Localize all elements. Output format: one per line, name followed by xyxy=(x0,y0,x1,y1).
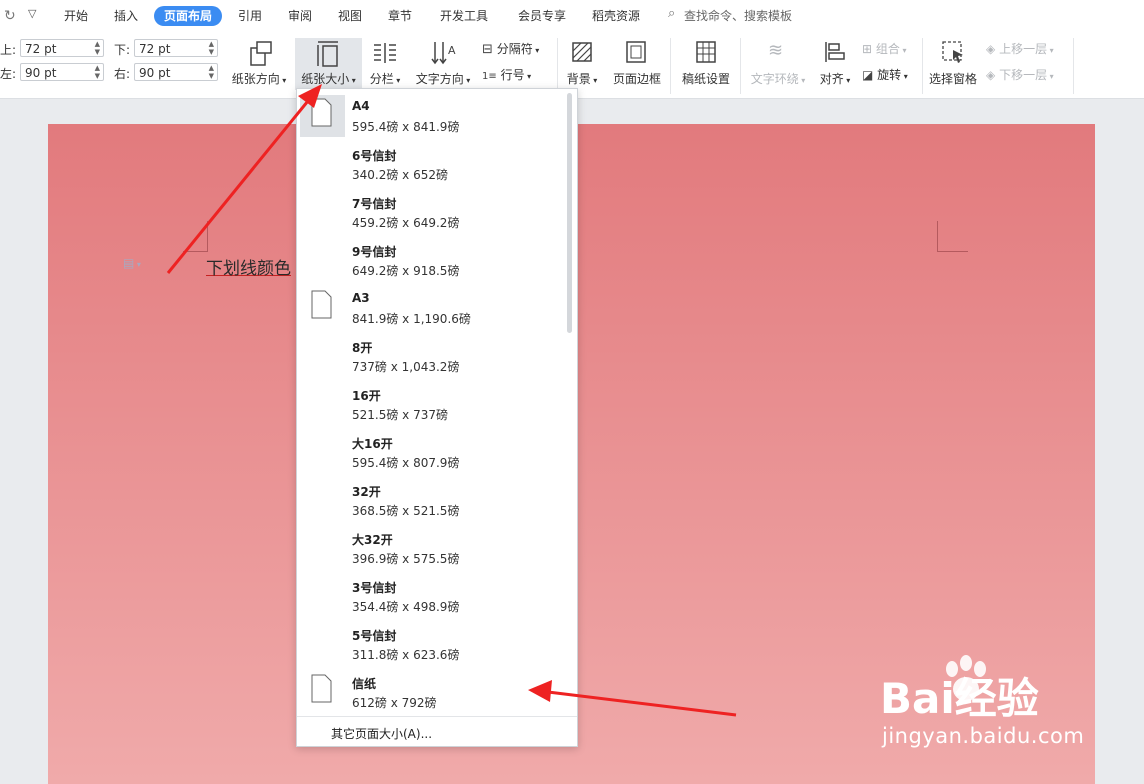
baidu-jingyan-logo: Bai经验 xyxy=(880,655,1039,723)
watermark-url: jingyan.baidu.com xyxy=(882,724,1085,748)
annotation-arrow xyxy=(166,95,314,274)
annotation-arrowhead xyxy=(528,680,552,702)
annotation-arrow xyxy=(547,690,737,717)
annotation-arrowhead xyxy=(298,84,322,108)
watermark-brand: Bai经验 xyxy=(880,674,1039,723)
